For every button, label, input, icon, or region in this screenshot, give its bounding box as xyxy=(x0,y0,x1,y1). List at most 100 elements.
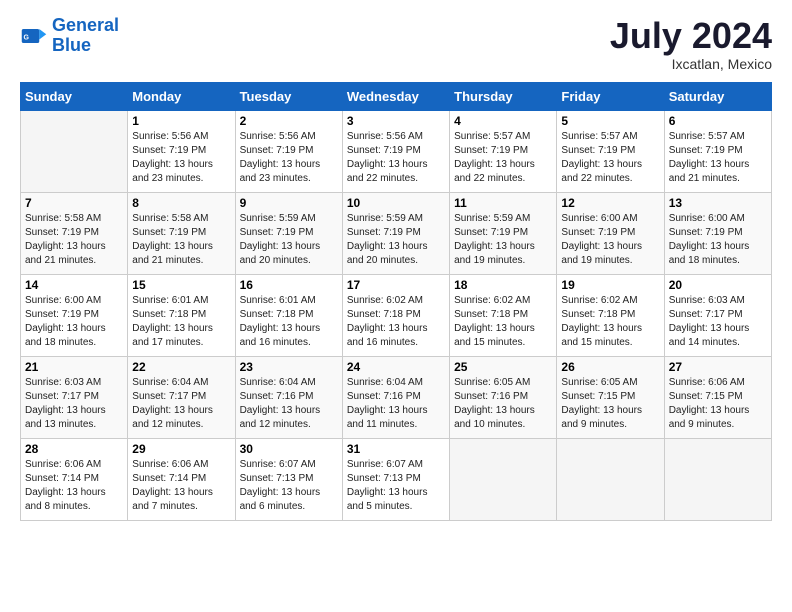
day-cell: 7 Sunrise: 5:58 AMSunset: 7:19 PMDaylight… xyxy=(21,192,128,274)
day-cell: 13Sunrise: 6:00 AMSunset: 7:19 PMDayligh… xyxy=(664,192,771,274)
day-cell: 17Sunrise: 6:02 AMSunset: 7:18 PMDayligh… xyxy=(342,274,449,356)
day-number: 29 xyxy=(132,442,230,456)
day-cell: 25 Sunrise: 6:05 AMSunset: 7:16 PMDayligh… xyxy=(450,356,557,438)
day-number: 31 xyxy=(347,442,445,456)
day-cell: 3 Sunrise: 5:56 AMSunset: 7:19 PMDaylight… xyxy=(342,110,449,192)
day-number: 8 xyxy=(132,196,230,210)
day-info: Sunrise: 6:00 AMSunset: 7:19 PMDaylight:… xyxy=(561,212,659,268)
header-tuesday: Tuesday xyxy=(235,82,342,110)
day-cell: 1Sunrise: 5:56 AMSunset: 7:19 PMDaylight… xyxy=(128,110,235,192)
day-number: 10 xyxy=(347,196,445,210)
day-info: Sunrise: 6:02 AMSunset: 7:18 PMDaylight:… xyxy=(454,294,552,350)
logo-text: General Blue xyxy=(52,16,119,56)
header-thursday: Thursday xyxy=(450,82,557,110)
day-cell: 8 Sunrise: 5:58 AMSunset: 7:19 PMDaylight… xyxy=(128,192,235,274)
logo-icon: G xyxy=(20,22,48,50)
day-cell: 2 Sunrise: 5:56 AMSunset: 7:19 PMDaylight… xyxy=(235,110,342,192)
day-info: Sunrise: 5:56 AMSunset: 7:19 PMDaylight:… xyxy=(240,130,338,186)
day-number: 20 xyxy=(669,278,767,292)
week-row-3: 14Sunrise: 6:00 AMSunset: 7:19 PMDayligh… xyxy=(21,274,772,356)
day-cell xyxy=(450,438,557,520)
day-number: 28 xyxy=(25,442,123,456)
day-number: 23 xyxy=(240,360,338,374)
day-info: Sunrise: 5:57 AMSunset: 7:19 PMDaylight:… xyxy=(454,130,552,186)
day-number: 26 xyxy=(561,360,659,374)
calendar-table: Sunday Monday Tuesday Wednesday Thursday… xyxy=(20,82,772,521)
day-number: 22 xyxy=(132,360,230,374)
day-info: Sunrise: 6:06 AMSunset: 7:14 PMDaylight:… xyxy=(132,458,230,514)
day-info: Sunrise: 5:59 AMSunset: 7:19 PMDaylight:… xyxy=(347,212,445,268)
day-info: Sunrise: 5:58 AMSunset: 7:19 PMDaylight:… xyxy=(25,212,123,268)
day-cell xyxy=(664,438,771,520)
day-cell: 30 Sunrise: 6:07 AMSunset: 7:13 PMDayligh… xyxy=(235,438,342,520)
day-cell: 14Sunrise: 6:00 AMSunset: 7:19 PMDayligh… xyxy=(21,274,128,356)
day-number: 24 xyxy=(347,360,445,374)
header-friday: Friday xyxy=(557,82,664,110)
day-info: Sunrise: 6:01 AMSunset: 7:18 PMDaylight:… xyxy=(240,294,338,350)
day-info: Sunrise: 6:00 AMSunset: 7:19 PMDaylight:… xyxy=(669,212,767,268)
day-cell xyxy=(21,110,128,192)
day-info: Sunrise: 5:57 AMSunset: 7:19 PMDaylight:… xyxy=(561,130,659,186)
header-saturday: Saturday xyxy=(664,82,771,110)
logo-line2: Blue xyxy=(52,35,91,55)
day-number: 3 xyxy=(347,114,445,128)
week-row-1: 1Sunrise: 5:56 AMSunset: 7:19 PMDaylight… xyxy=(21,110,772,192)
header-monday: Monday xyxy=(128,82,235,110)
day-cell: 26Sunrise: 6:05 AMSunset: 7:15 PMDayligh… xyxy=(557,356,664,438)
day-cell: 4 Sunrise: 5:57 AMSunset: 7:19 PMDaylight… xyxy=(450,110,557,192)
day-info: Sunrise: 5:58 AMSunset: 7:19 PMDaylight:… xyxy=(132,212,230,268)
day-cell: 6 Sunrise: 5:57 AMSunset: 7:19 PMDaylight… xyxy=(664,110,771,192)
day-number: 16 xyxy=(240,278,338,292)
day-number: 30 xyxy=(240,442,338,456)
logo-line1: General xyxy=(52,15,119,35)
day-cell: 10 Sunrise: 5:59 AMSunset: 7:19 PMDayligh… xyxy=(342,192,449,274)
location: Ixcatlan, Mexico xyxy=(610,56,772,72)
day-number: 27 xyxy=(669,360,767,374)
day-cell: 20 Sunrise: 6:03 AMSunset: 7:17 PMDayligh… xyxy=(664,274,771,356)
calendar-body: 1Sunrise: 5:56 AMSunset: 7:19 PMDaylight… xyxy=(21,110,772,520)
day-info: Sunrise: 6:04 AMSunset: 7:16 PMDaylight:… xyxy=(240,376,338,432)
day-info: Sunrise: 5:59 AMSunset: 7:19 PMDaylight:… xyxy=(454,212,552,268)
header-wednesday: Wednesday xyxy=(342,82,449,110)
day-cell: 29 Sunrise: 6:06 AMSunset: 7:14 PMDayligh… xyxy=(128,438,235,520)
logo: G General Blue xyxy=(20,16,119,56)
day-number: 2 xyxy=(240,114,338,128)
day-info: Sunrise: 5:56 AMSunset: 7:19 PMDaylight:… xyxy=(347,130,445,186)
day-number: 6 xyxy=(669,114,767,128)
title-block: July 2024 Ixcatlan, Mexico xyxy=(610,16,772,72)
day-cell: 11Sunrise: 5:59 AMSunset: 7:19 PMDayligh… xyxy=(450,192,557,274)
day-cell: 21 Sunrise: 6:03 AMSunset: 7:17 PMDayligh… xyxy=(21,356,128,438)
day-number: 25 xyxy=(454,360,552,374)
calendar-header: Sunday Monday Tuesday Wednesday Thursday… xyxy=(21,82,772,110)
day-info: Sunrise: 6:02 AMSunset: 7:18 PMDaylight:… xyxy=(561,294,659,350)
day-number: 19 xyxy=(561,278,659,292)
day-info: Sunrise: 6:07 AMSunset: 7:13 PMDaylight:… xyxy=(347,458,445,514)
day-number: 5 xyxy=(561,114,659,128)
day-number: 7 xyxy=(25,196,123,210)
day-cell: 5 Sunrise: 5:57 AMSunset: 7:19 PMDaylight… xyxy=(557,110,664,192)
day-info: Sunrise: 6:07 AMSunset: 7:13 PMDaylight:… xyxy=(240,458,338,514)
day-cell: 31 Sunrise: 6:07 AMSunset: 7:13 PMDayligh… xyxy=(342,438,449,520)
day-number: 4 xyxy=(454,114,552,128)
day-info: Sunrise: 5:59 AMSunset: 7:19 PMDaylight:… xyxy=(240,212,338,268)
day-number: 21 xyxy=(25,360,123,374)
day-info: Sunrise: 6:04 AMSunset: 7:16 PMDaylight:… xyxy=(347,376,445,432)
day-info: Sunrise: 6:03 AMSunset: 7:17 PMDaylight:… xyxy=(25,376,123,432)
svg-text:G: G xyxy=(24,34,30,41)
header: G General Blue July 2024 Ixcatlan, Mexic… xyxy=(20,16,772,72)
day-cell: 19 Sunrise: 6:02 AMSunset: 7:18 PMDayligh… xyxy=(557,274,664,356)
day-info: Sunrise: 5:57 AMSunset: 7:19 PMDaylight:… xyxy=(669,130,767,186)
day-info: Sunrise: 6:05 AMSunset: 7:16 PMDaylight:… xyxy=(454,376,552,432)
day-info: Sunrise: 6:00 AMSunset: 7:19 PMDaylight:… xyxy=(25,294,123,350)
week-row-4: 21 Sunrise: 6:03 AMSunset: 7:17 PMDayligh… xyxy=(21,356,772,438)
day-info: Sunrise: 6:06 AMSunset: 7:15 PMDaylight:… xyxy=(669,376,767,432)
day-cell: 16 Sunrise: 6:01 AMSunset: 7:18 PMDayligh… xyxy=(235,274,342,356)
day-info: Sunrise: 6:01 AMSunset: 7:18 PMDaylight:… xyxy=(132,294,230,350)
day-info: Sunrise: 6:04 AMSunset: 7:17 PMDaylight:… xyxy=(132,376,230,432)
day-cell: 15Sunrise: 6:01 AMSunset: 7:18 PMDayligh… xyxy=(128,274,235,356)
day-cell: 18Sunrise: 6:02 AMSunset: 7:18 PMDayligh… xyxy=(450,274,557,356)
day-number: 9 xyxy=(240,196,338,210)
day-cell: 23 Sunrise: 6:04 AMSunset: 7:16 PMDayligh… xyxy=(235,356,342,438)
day-info: Sunrise: 6:03 AMSunset: 7:17 PMDaylight:… xyxy=(669,294,767,350)
day-cell: 27 Sunrise: 6:06 AMSunset: 7:15 PMDayligh… xyxy=(664,356,771,438)
